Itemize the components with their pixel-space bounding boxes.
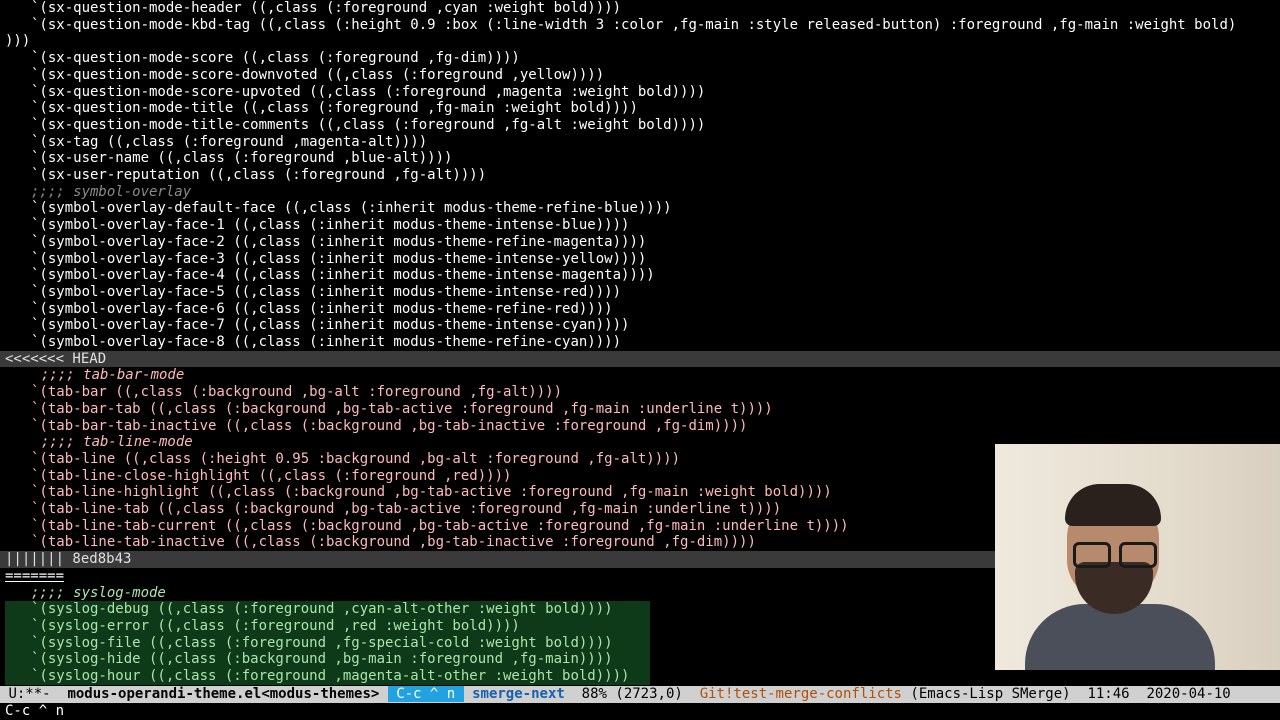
code-line[interactable]: `(sx-question-mode-score-upvoted ((,clas… bbox=[0, 84, 1280, 101]
code-line[interactable]: ;;;; symbol-overlay bbox=[0, 184, 1280, 201]
code-line[interactable]: `(symbol-overlay-face-6 ((,class (:inher… bbox=[0, 301, 1280, 318]
code-line[interactable]: `(sx-question-mode-header ((,class (:for… bbox=[0, 0, 1280, 17]
code-line[interactable]: `(sx-user-name ((,class (:foreground ,bl… bbox=[0, 150, 1280, 167]
modeline-minor-mode[interactable]: smerge-next bbox=[472, 686, 565, 702]
modeline-time: 11:46 bbox=[1087, 686, 1130, 702]
code-line[interactable]: `(tab-bar-tab ((,class (:background ,bg-… bbox=[0, 401, 1280, 418]
code-line[interactable]: ))) bbox=[0, 33, 1280, 50]
modeline-major-modes[interactable]: (Emacs-Lisp SMerge) bbox=[910, 686, 1070, 702]
code-line[interactable]: `(sx-question-mode-score-downvoted ((,cl… bbox=[0, 67, 1280, 84]
code-line[interactable]: `(sx-question-mode-kbd-tag ((,class (:he… bbox=[0, 17, 1280, 34]
code-line[interactable]: `(sx-question-mode-score ((,class (:fore… bbox=[0, 50, 1280, 67]
webcam-person-hair bbox=[1065, 484, 1161, 526]
code-line[interactable]: `(symbol-overlay-face-8 ((,class (:inher… bbox=[0, 334, 1280, 351]
code-line[interactable]: ;;;; tab-bar-mode bbox=[0, 367, 1280, 384]
code-line[interactable]: `(symbol-overlay-default-face ((,class (… bbox=[0, 200, 1280, 217]
code-line[interactable]: `(sx-question-mode-title ((,class (:fore… bbox=[0, 100, 1280, 117]
code-line[interactable]: `(sx-question-mode-title-comments ((,cla… bbox=[0, 117, 1280, 134]
modeline-prefix-key: C-c ^ n bbox=[387, 686, 464, 702]
code-line[interactable]: `(symbol-overlay-face-5 ((,class (:inher… bbox=[0, 284, 1280, 301]
echo-area: C-c ^ n bbox=[0, 703, 1280, 720]
code-line[interactable]: `(symbol-overlay-face-1 ((,class (:inher… bbox=[0, 217, 1280, 234]
modeline-state: U:**- bbox=[8, 686, 51, 702]
modeline-vc-branch[interactable]: Git!test-merge-conflicts bbox=[700, 686, 902, 702]
webcam-person-glasses bbox=[1071, 542, 1159, 568]
code-line[interactable]: `(symbol-overlay-face-3 ((,class (:inher… bbox=[0, 251, 1280, 268]
code-line[interactable]: `(sx-tag ((,class (:foreground ,magenta-… bbox=[0, 134, 1280, 151]
code-line[interactable]: <<<<<<< HEAD bbox=[0, 350, 1280, 368]
modeline-position: 88% (2723,0) bbox=[581, 686, 683, 702]
webcam-overlay bbox=[995, 444, 1280, 670]
code-line[interactable]: `(sx-user-reputation ((,class (:foregrou… bbox=[0, 167, 1280, 184]
code-line[interactable]: `(tab-bar ((,class (:background ,bg-alt … bbox=[0, 384, 1280, 401]
code-line[interactable]: `(tab-bar-tab-inactive ((,class (:backgr… bbox=[0, 418, 1280, 435]
modeline-date: 2020-04-10 bbox=[1146, 686, 1231, 702]
mode-line[interactable]: U:**- modus-operandi-theme.el<modus-them… bbox=[0, 686, 1280, 703]
code-line[interactable]: `(symbol-overlay-face-7 ((,class (:inher… bbox=[0, 317, 1280, 334]
code-line[interactable]: `(symbol-overlay-face-4 ((,class (:inher… bbox=[0, 267, 1280, 284]
modeline-buffer-name[interactable]: modus-operandi-theme.el<modus-themes> bbox=[67, 686, 379, 702]
code-line[interactable]: `(syslog-hour ((,class (:foreground ,mag… bbox=[0, 668, 1280, 685]
code-line[interactable]: `(symbol-overlay-face-2 ((,class (:inher… bbox=[0, 234, 1280, 251]
webcam-person-shirt bbox=[1025, 604, 1215, 670]
